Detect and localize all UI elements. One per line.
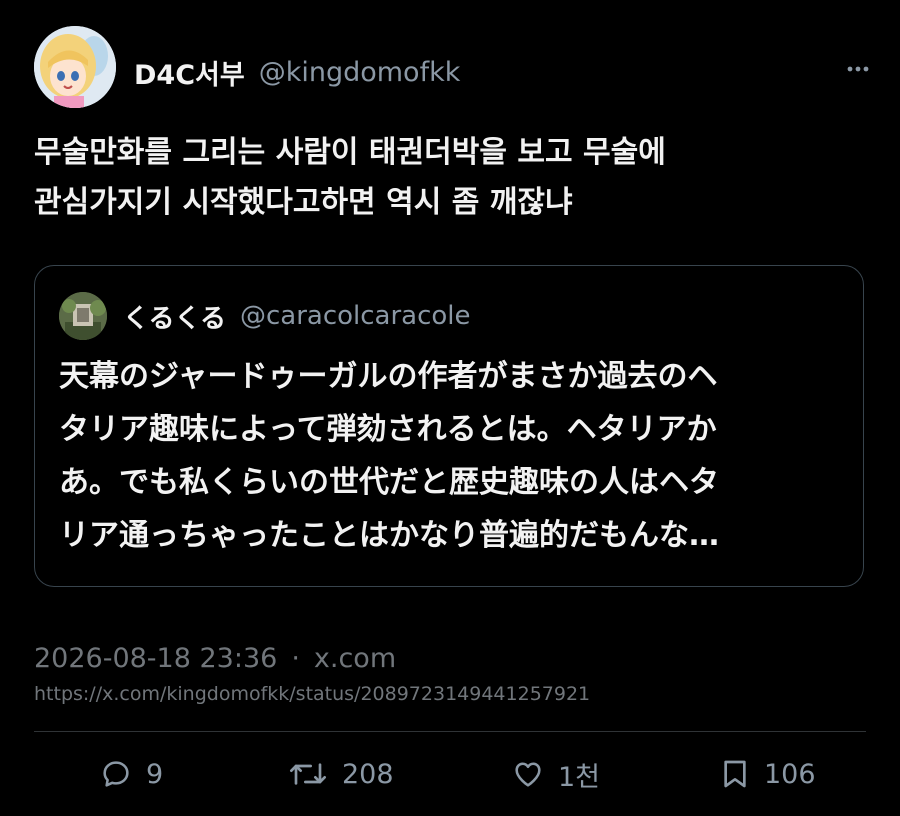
like-button[interactable]: 1천	[512, 752, 600, 796]
post-source[interactable]: x.com	[314, 643, 396, 674]
quoted-author: くるくる @caracolcaracole	[123, 298, 471, 334]
more-icon	[847, 66, 869, 72]
post-text-line: 관심가지기 시작했다고하면 역시 좀 깨잖냐	[34, 185, 573, 220]
action-bar: 9 208 1천 106	[100, 752, 830, 796]
quoted-text-line: あ。でも私くらいの世代だと歴史趣味の人はヘタ	[59, 465, 719, 500]
quoted-avatar-image	[59, 292, 107, 340]
quoted-text-line: タリア趣味によって弾劾されるとは。ヘタリアか	[59, 412, 717, 447]
author-handle[interactable]: @kingdomofkk	[259, 57, 461, 88]
bookmark-icon	[724, 760, 746, 788]
repost-icon	[290, 763, 326, 785]
post-author: D4C서부 @kingdomofkk	[134, 52, 460, 92]
like-count: 1천	[558, 761, 601, 793]
bookmark-count: 106	[764, 758, 816, 790]
meta-separator: ·	[291, 642, 300, 674]
divider	[34, 731, 866, 732]
reply-count: 9	[146, 758, 164, 790]
reply-button[interactable]: 9	[100, 752, 163, 796]
repost-button[interactable]: 208	[288, 752, 394, 796]
author-name[interactable]: D4C서부	[134, 53, 245, 92]
post-url[interactable]: https://x.com/kingdomofkk/status/2089723…	[34, 683, 590, 705]
quoted-author-handle: @caracolcaracole	[239, 301, 471, 331]
author-avatar[interactable]	[34, 26, 116, 108]
quoted-text-line: 天幕のジャードゥーガルの作者がまさか過去のヘ	[59, 359, 718, 394]
repost-count: 208	[342, 758, 394, 790]
post-timestamp[interactable]: 2026-08-18 23:36	[34, 643, 277, 674]
post-text: 무술만화를 그리는 사람이 태권더박을 보고 무술에 관심가지기 시작했다고하면…	[34, 128, 864, 228]
reply-icon	[103, 761, 129, 787]
post-text-line: 무술만화를 그리는 사람이 태권더박을 보고 무술에	[34, 135, 666, 170]
quoted-text-line: リア通っちゃったことはかなり普遍的だもんな…	[59, 518, 719, 553]
quoted-text: 天幕のジャードゥーガルの作者がまさか過去のヘ タリア趣味によって弾劾されるとは。…	[59, 350, 849, 562]
post-meta: 2026-08-18 23:36 · x.com	[34, 638, 396, 678]
quoted-author-name: くるくる	[123, 303, 226, 334]
more-options-button[interactable]	[838, 56, 878, 82]
avatar-illustration	[34, 26, 116, 108]
quoted-post[interactable]: くるくる @caracolcaracole 天幕のジャードゥーガルの作者がまさか…	[34, 265, 864, 587]
heart-icon	[515, 762, 541, 787]
quoted-author-avatar	[59, 292, 107, 340]
bookmark-button[interactable]: 106	[720, 752, 816, 796]
